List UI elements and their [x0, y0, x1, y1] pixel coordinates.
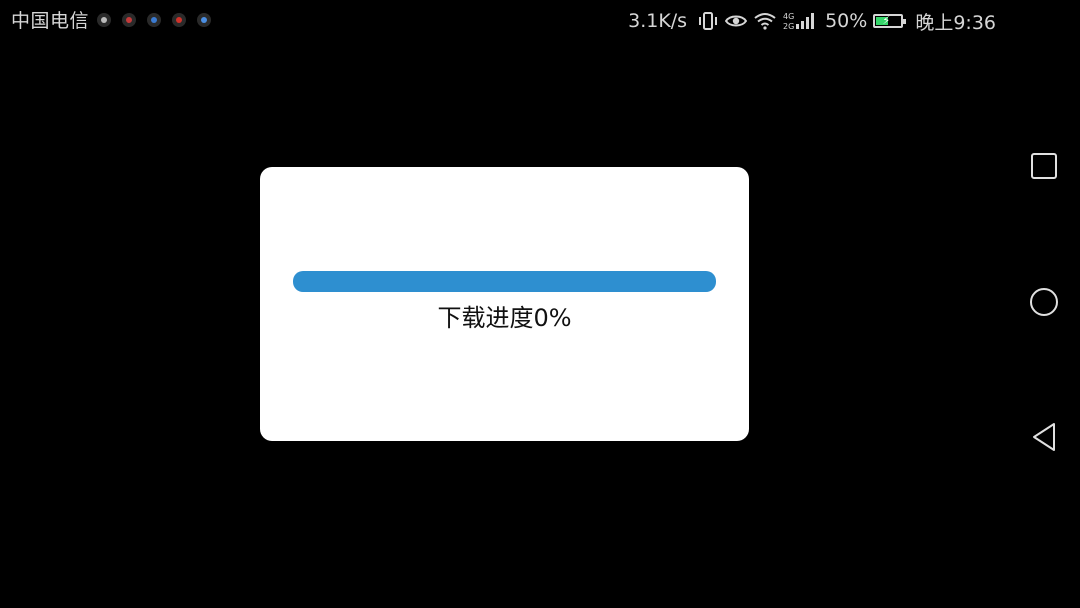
home-icon — [1029, 287, 1059, 321]
navigation-bar — [1008, 42, 1080, 608]
status-indicators: 3.1K/s 4G 2G 50% ⚡ 晚上9:36 — [628, 8, 996, 34]
eye-comfort-icon — [725, 13, 748, 29]
svg-text:4G: 4G — [783, 12, 794, 21]
network-speed: 3.1K/s — [628, 10, 688, 32]
notification-icons — [97, 13, 211, 27]
clock: 晚上9:36 — [915, 11, 996, 34]
status-bar: 中国电信 3.1K/s 4G 2G 50% ⚡ 晚上9:36 — [0, 0, 1010, 42]
back-button[interactable] — [1008, 409, 1080, 469]
carrier-name: 中国电信 — [11, 10, 90, 32]
notification-icon-5 — [197, 13, 211, 27]
notification-icon-2 — [122, 13, 136, 27]
notification-icon-3 — [147, 13, 161, 27]
wifi-icon — [753, 12, 777, 30]
svg-text:2G: 2G — [783, 22, 794, 31]
charging-bolt-icon: ⚡ — [882, 14, 891, 27]
progress-bar — [293, 271, 716, 292]
battery-icon: ⚡ — [873, 14, 907, 28]
progress-label: 下载进度0% — [437, 304, 572, 332]
signal-icon: 4G 2G — [783, 11, 817, 31]
recent-apps-button[interactable] — [1008, 138, 1080, 198]
notification-icon-4 — [172, 13, 186, 27]
screen: 中国电信 3.1K/s 4G 2G 50% ⚡ 晚上9:36 下载进度0% — [0, 0, 1080, 608]
download-progress-dialog: 下载进度0% — [260, 167, 749, 441]
recent-apps-icon — [1030, 152, 1058, 184]
vibrate-icon — [697, 11, 719, 31]
home-button[interactable] — [1008, 274, 1080, 334]
battery-percent: 50% — [825, 10, 868, 32]
back-icon — [1030, 422, 1058, 456]
notification-icon-1 — [97, 13, 111, 27]
